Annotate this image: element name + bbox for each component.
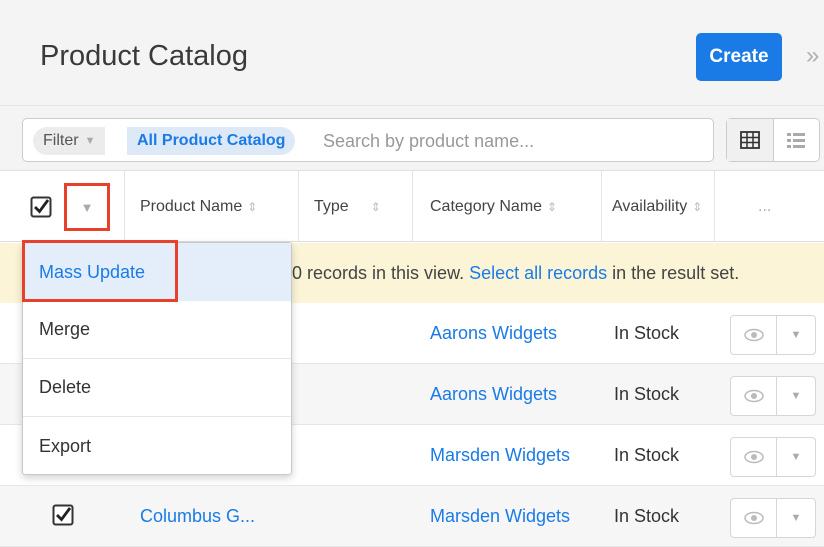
notice-prefix: 0 records in this view.: [292, 262, 465, 283]
column-divider: [298, 171, 299, 242]
category-name-cell[interactable]: Aarons Widgets: [430, 364, 557, 425]
filter-dropdown[interactable]: Filter ▼: [33, 127, 106, 155]
availability-cell: In Stock: [614, 384, 680, 404]
table-grid-icon: [739, 131, 760, 149]
row-actions: ▼: [730, 437, 816, 477]
row-actions-caret-button[interactable]: ▼: [777, 438, 815, 476]
column-header-availability[interactable]: Availability ⇕: [612, 171, 702, 242]
availability-cell: In Stock: [614, 323, 680, 343]
mass-update-highlight-outline: [22, 240, 178, 302]
row-actions-caret-button[interactable]: ▼: [777, 499, 815, 537]
category-name-cell[interactable]: Marsden Widgets: [430, 486, 570, 547]
list-filter-pill[interactable]: All Product Catalog: [127, 127, 296, 155]
activity-view-button[interactable]: [774, 119, 820, 161]
caret-down-icon: ▼: [790, 390, 802, 402]
filter-bar: Filter ▼ All Product Catalog: [0, 106, 824, 171]
column-header-label: Availability: [612, 197, 688, 215]
preview-button[interactable]: [731, 316, 777, 354]
row-actions: ▼: [730, 498, 816, 538]
sort-icon: ⇕: [247, 199, 258, 214]
column-divider: [412, 171, 413, 242]
column-header-label: Type: [314, 197, 349, 215]
row-actions: ▼: [730, 315, 816, 355]
column-header-label: Category Name: [430, 197, 543, 215]
menu-item-merge[interactable]: Merge: [23, 301, 291, 359]
column-divider: [601, 171, 602, 242]
table-header: Product Name ⇕ Type ⇕ Category Name ⇕ Avail…: [0, 171, 824, 242]
eye-icon: [743, 328, 764, 342]
caret-down-icon: ▼: [80, 199, 94, 215]
table-row[interactable]: Columbus G... Marsden Widgets In Stock ▼: [0, 486, 824, 547]
menu-item-delete[interactable]: Delete: [23, 359, 291, 417]
column-header-label: Product Name: [140, 197, 243, 215]
availability-cell: In Stock: [614, 506, 680, 526]
list-lines-icon: [787, 133, 806, 148]
column-divider: [124, 171, 125, 242]
category-name-cell[interactable]: Aarons Widgets: [430, 303, 557, 364]
filter-label: Filter: [43, 132, 79, 149]
preview-button[interactable]: [731, 499, 777, 537]
sort-icon: ⇕: [692, 199, 703, 214]
caret-down-icon: ▼: [790, 512, 802, 524]
create-button[interactable]: Create: [696, 33, 782, 81]
eye-icon: [743, 389, 764, 403]
double-chevron-right-icon[interactable]: »: [806, 42, 819, 70]
sort-icon: ⇕: [547, 199, 558, 214]
row-actions: ▼: [730, 376, 816, 416]
preview-button[interactable]: [731, 377, 777, 415]
mass-actions-caret-button[interactable]: ▼: [64, 183, 110, 231]
row-checkbox[interactable]: [52, 504, 74, 526]
product-name-cell[interactable]: Columbus G...: [140, 486, 255, 547]
search-input[interactable]: [323, 125, 703, 157]
column-header-product-name[interactable]: Product Name ⇕: [140, 171, 257, 242]
page-header: Product Catalog Create »: [0, 0, 824, 106]
column-options-menu[interactable]: ...: [758, 171, 771, 242]
menu-item-export[interactable]: Export: [23, 417, 291, 475]
row-actions-caret-button[interactable]: ▼: [777, 377, 815, 415]
select-all-records-link[interactable]: Select all records: [469, 263, 607, 284]
preview-button[interactable]: [731, 438, 777, 476]
caret-down-icon: ▼: [790, 451, 802, 463]
list-view-button[interactable]: [727, 119, 774, 161]
availability-cell: In Stock: [614, 445, 680, 465]
sort-icon: ⇕: [370, 199, 381, 214]
caret-down-icon: ▼: [790, 329, 802, 341]
select-all-checkbox[interactable]: [30, 196, 52, 218]
caret-down-icon: ▼: [84, 135, 96, 147]
column-divider: [714, 171, 715, 242]
column-header-type[interactable]: Type ⇕: [314, 171, 381, 242]
category-name-cell[interactable]: Marsden Widgets: [430, 425, 570, 486]
column-header-category-name[interactable]: Category Name ⇕: [430, 171, 557, 242]
eye-icon: [743, 450, 764, 464]
eye-icon: [743, 511, 764, 525]
filter-box: Filter ▼ All Product Catalog: [22, 118, 714, 162]
row-actions-caret-button[interactable]: ▼: [777, 316, 815, 354]
view-toggle: [726, 118, 820, 162]
notice-suffix: in the result set.: [612, 262, 740, 283]
page-title: Product Catalog: [40, 40, 248, 72]
